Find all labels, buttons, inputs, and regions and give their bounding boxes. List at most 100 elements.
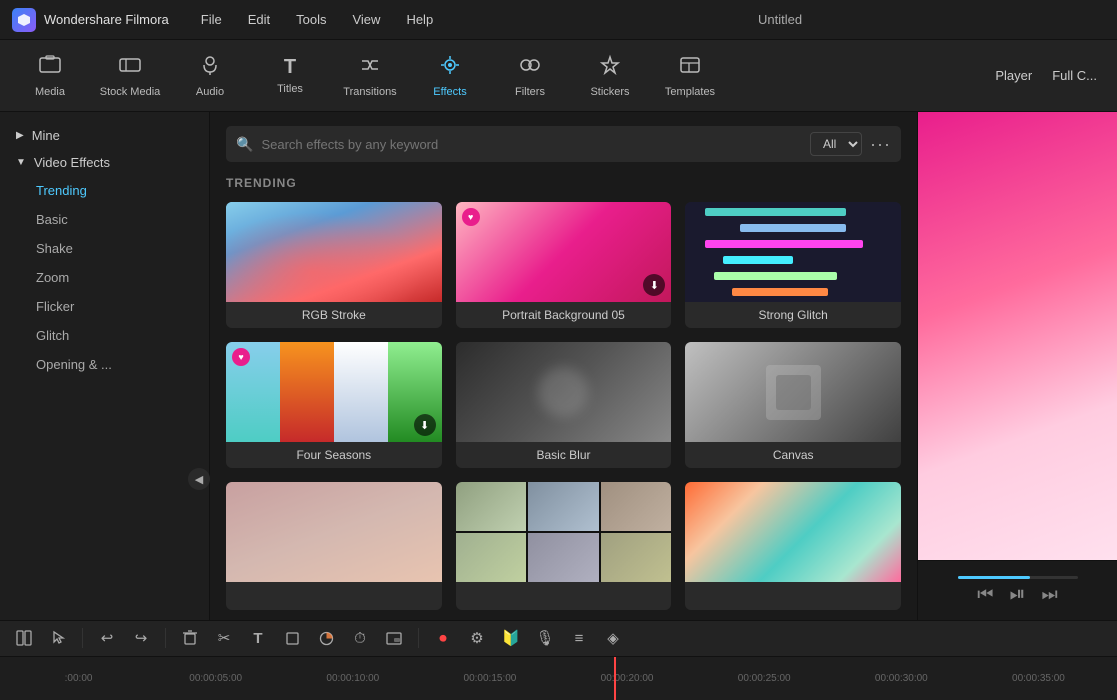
tool-audio-label: Audio <box>196 86 224 98</box>
fullscreen-button[interactable]: Full C... <box>1042 64 1107 87</box>
tool-titles[interactable]: T Titles <box>250 43 330 109</box>
tool-templates[interactable]: Templates <box>650 43 730 109</box>
sidebar-mine-header[interactable]: ▶ Mine <box>0 122 209 149</box>
player-button[interactable]: Player <box>985 64 1042 87</box>
sidebar-item-glitch[interactable]: Glitch <box>0 321 209 350</box>
effect-card-strong-glitch[interactable]: Strong Glitch <box>685 202 901 328</box>
preview-image <box>918 112 1117 560</box>
effect-card-9[interactable] <box>685 482 901 610</box>
filter-dropdown[interactable]: All <box>810 132 862 156</box>
sidebar-collapse-button[interactable]: ◀ <box>188 468 210 490</box>
sidebar-mine-label: Mine <box>32 128 60 143</box>
tl-crop-button[interactable] <box>278 624 306 652</box>
ruler-tick-5: 00:00:25:00 <box>696 673 833 684</box>
effect-name-9 <box>685 582 901 610</box>
tl-settings-button[interactable]: ⚙ <box>463 624 491 652</box>
tool-media[interactable]: Media <box>10 43 90 109</box>
tool-transitions[interactable]: Transitions <box>330 43 410 109</box>
four-seasons-download-badge[interactable]: ⬇ <box>414 414 436 436</box>
tool-templates-label: Templates <box>665 86 715 98</box>
effect-thumb-rgb-stroke <box>226 202 442 302</box>
tool-filters[interactable]: Filters <box>490 43 570 109</box>
effect-card-rgb-stroke[interactable]: RGB Stroke <box>226 202 442 328</box>
menu-edit[interactable]: Edit <box>244 10 274 29</box>
menu-bar: Wondershare Filmora File Edit Tools View… <box>0 0 1117 40</box>
tool-stickers[interactable]: Stickers <box>570 43 650 109</box>
effect-card-four-seasons[interactable]: ♥ ⬇ Four Seasons <box>226 342 442 468</box>
effect-card-canvas[interactable]: Canvas <box>685 342 901 468</box>
content-area: 🔍 All ··· TRENDING RGB Stroke <box>210 112 917 620</box>
four-seasons-premium-badge: ♥ <box>232 348 250 366</box>
search-icon: 🔍 <box>236 136 253 153</box>
app-logo-icon <box>12 8 36 32</box>
media-icon <box>38 54 62 82</box>
tool-audio[interactable]: Audio <box>170 43 250 109</box>
ruler-tick-4: 00:00:20:00 <box>559 673 696 684</box>
tl-mask-button[interactable]: 🔰 <box>497 624 525 652</box>
tool-stickers-label: Stickers <box>590 86 629 98</box>
rewind-button[interactable]: ⏮ <box>977 584 993 605</box>
glitch-lines <box>685 202 901 302</box>
sidebar-item-basic[interactable]: Basic <box>0 205 209 234</box>
forward-button[interactable]: ⏭ <box>1042 584 1058 605</box>
tl-record-button[interactable]: ⏺ <box>429 624 457 652</box>
tl-ai-button[interactable]: ◈ <box>599 624 627 652</box>
tl-split-button[interactable] <box>10 624 38 652</box>
sidebar-item-zoom[interactable]: Zoom <box>0 263 209 292</box>
templates-icon <box>678 54 702 82</box>
preview-progress-fill <box>958 576 1030 579</box>
tl-mic-button[interactable]: 🎙 <box>531 624 559 652</box>
tool-stock-media[interactable]: Stock Media <box>90 43 170 109</box>
effect-card-basic-blur[interactable]: Basic Blur <box>456 342 672 468</box>
effect-card-7[interactable] <box>226 482 442 610</box>
effect-thumb-strong-glitch <box>685 202 901 302</box>
search-right: All ··· <box>810 132 891 156</box>
tl-undo-button[interactable]: ↩ <box>93 624 121 652</box>
tl-timer-button[interactable]: ⏱ <box>346 624 374 652</box>
tl-select-button[interactable] <box>44 624 72 652</box>
tl-cut-button[interactable]: ✂ <box>210 624 238 652</box>
tool-titles-label: Titles <box>277 83 303 95</box>
tl-pip-button[interactable] <box>380 624 408 652</box>
tool-transitions-label: Transitions <box>343 86 396 98</box>
effect-thumb-four-seasons: ♥ ⬇ <box>226 342 442 442</box>
tl-redo-button[interactable]: ↪ <box>127 624 155 652</box>
timeline-ruler: :00:00 00:00:05:00 00:00:10:00 00:00:15:… <box>0 657 1117 700</box>
play-button[interactable]: ⏯ <box>1010 583 1026 606</box>
logo-area: Wondershare Filmora <box>12 8 169 32</box>
effect-thumb-8 <box>456 482 672 582</box>
titles-icon: T <box>284 56 296 79</box>
tool-stock-media-label: Stock Media <box>100 86 161 98</box>
tl-layers-button[interactable]: ≡ <box>565 624 593 652</box>
more-options-button[interactable]: ··· <box>870 134 891 155</box>
timeline-playhead[interactable] <box>614 657 616 700</box>
tool-media-label: Media <box>35 86 65 98</box>
ruler-tick-7: 00:00:35:00 <box>970 673 1107 684</box>
effects-icon <box>438 54 462 82</box>
effect-card-portrait-bg[interactable]: ♥ ⬇ Portrait Background 05 <box>456 202 672 328</box>
video-effects-arrow-icon: ▼ <box>16 157 26 168</box>
sidebar-video-effects-header[interactable]: ▼ Video Effects <box>0 149 209 176</box>
effects-grid: RGB Stroke ♥ ⬇ Portrait Background 05 <box>226 202 901 610</box>
effect-name-basic-blur: Basic Blur <box>456 442 672 468</box>
preview-panel: ⏮ ⏯ ⏭ <box>917 112 1117 620</box>
menu-view[interactable]: View <box>348 10 384 29</box>
menu-help[interactable]: Help <box>402 10 437 29</box>
timeline-toolbar: ↩ ↪ ✂ T ⏱ ⏺ ⚙ 🔰 🎙 ≡ ◈ <box>0 621 1117 657</box>
sidebar-item-shake[interactable]: Shake <box>0 234 209 263</box>
stock-media-icon <box>118 54 142 82</box>
sidebar-item-trending[interactable]: Trending <box>0 176 209 205</box>
menu-file[interactable]: File <box>197 10 226 29</box>
tl-sep-2 <box>165 628 166 648</box>
sidebar-item-opening[interactable]: Opening & ... <box>0 350 209 379</box>
tl-color-button[interactable] <box>312 624 340 652</box>
tl-delete-button[interactable] <box>176 624 204 652</box>
effect-name-four-seasons: Four Seasons <box>226 442 442 468</box>
menu-tools[interactable]: Tools <box>292 10 330 29</box>
effect-card-8[interactable] <box>456 482 672 610</box>
search-input[interactable] <box>261 137 802 152</box>
sidebar-item-flicker[interactable]: Flicker <box>0 292 209 321</box>
transitions-icon <box>358 54 382 82</box>
tl-text-button[interactable]: T <box>244 624 272 652</box>
tool-effects[interactable]: Effects <box>410 43 490 109</box>
